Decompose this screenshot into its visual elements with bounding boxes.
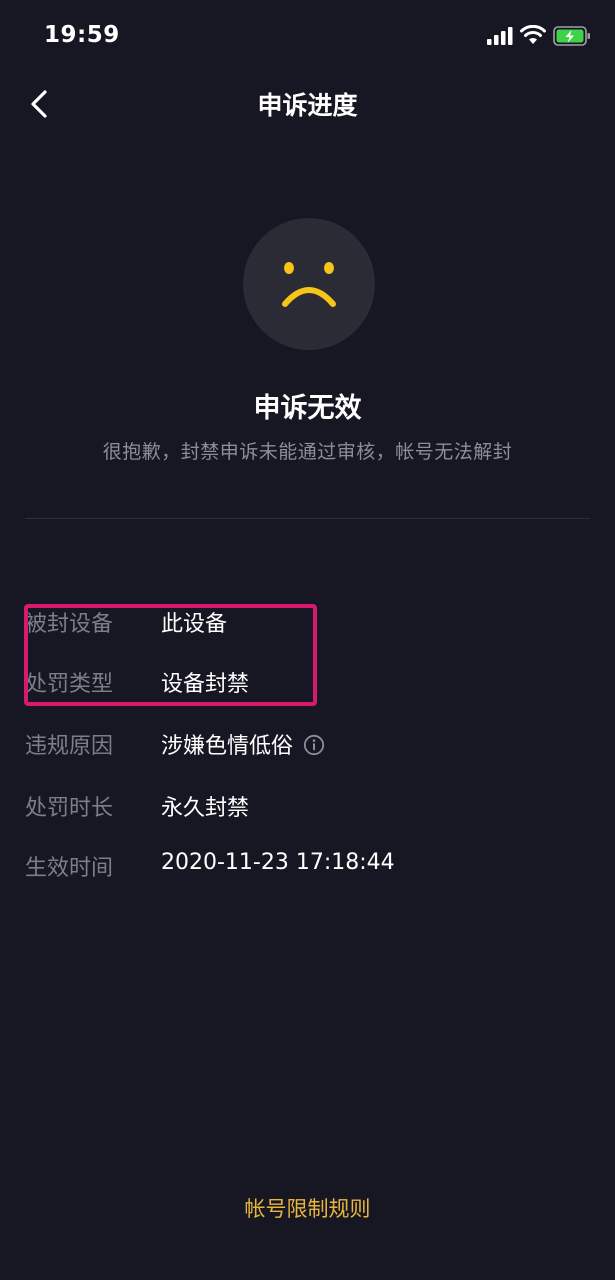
status-time: 19:59 — [44, 22, 120, 48]
detail-value: 永久封禁 — [161, 796, 250, 821]
detail-value-wrap: 涉嫌色情低俗 — [161, 728, 325, 760]
nav-bar: 申诉进度 — [0, 76, 615, 132]
divider — [25, 518, 590, 519]
sad-face-icon — [282, 262, 336, 307]
result-description: 很抱歉，封禁申诉未能通过审核，帐号无法解封 — [102, 441, 513, 463]
detail-row-effective-time: 生效时间 2020-11-23 17:18:44 — [25, 850, 585, 890]
signal-icon — [487, 27, 513, 45]
wifi-icon — [520, 25, 546, 44]
highlight-annotation-box — [24, 604, 317, 706]
detail-label: 违规原因 — [25, 734, 114, 759]
detail-label: 生效时间 — [25, 856, 114, 881]
result-icon-circle — [243, 218, 375, 350]
battery-charging-icon — [553, 26, 590, 46]
page-title: 申诉进度 — [257, 91, 358, 120]
detail-label: 处罚时长 — [25, 796, 114, 821]
detail-row-violation-reason: 违规原因 涉嫌色情低俗 — [25, 728, 585, 768]
detail-value: 涉嫌色情低俗 — [161, 734, 294, 759]
account-restriction-rules-link[interactable]: 帐号限制规则 — [0, 1193, 615, 1223]
result-title: 申诉无效 — [253, 393, 362, 424]
detail-value: 2020-11-23 17:18:44 — [161, 850, 395, 875]
detail-row-penalty-duration: 处罚时长 永久封禁 — [25, 790, 585, 830]
status-bar: 19:59 — [0, 0, 615, 76]
info-icon[interactable] — [303, 734, 325, 756]
